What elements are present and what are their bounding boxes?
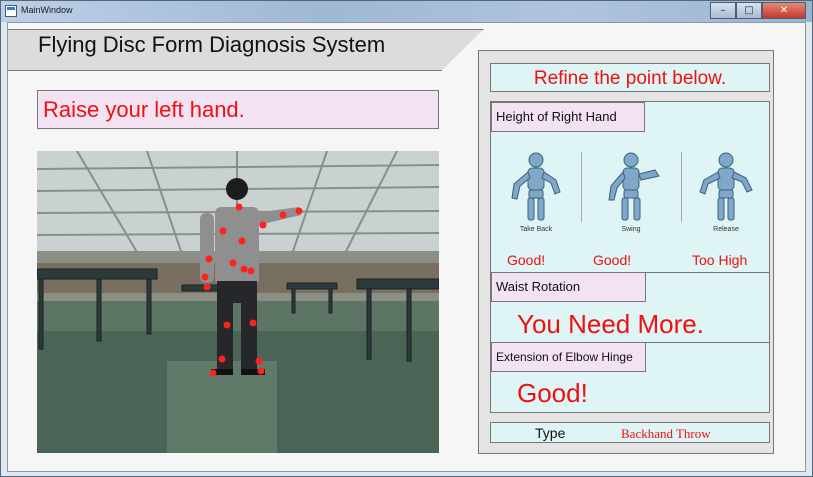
result-take-back: Good! xyxy=(507,252,546,268)
window-title: MainWindow xyxy=(21,5,73,15)
refine-heading: Refine the point below. xyxy=(533,68,727,89)
section-label-elbow-extension: Extension of Elbow Hinge xyxy=(491,342,646,372)
title-bar[interactable]: MainWindow – □ ✕ xyxy=(1,1,812,22)
section-label-waist-rotation: Waist Rotation xyxy=(491,272,646,302)
type-label: Type xyxy=(535,425,566,441)
camera-feed xyxy=(37,151,439,453)
avatar-pose-take-back xyxy=(511,152,561,221)
checkpoints-box: Height of Right Hand Take Back Swing Rel… xyxy=(490,101,770,413)
result-elbow-extension: Good! xyxy=(517,378,588,408)
client-area: Flying Disc Form Diagnosis System Raise … xyxy=(7,22,806,472)
type-value: Backhand Throw xyxy=(621,426,711,441)
section-label-right-hand-height: Height of Right Hand xyxy=(491,102,645,132)
phase-take-back: Take Back xyxy=(491,150,581,233)
phase-label: Take Back xyxy=(519,226,553,233)
maximize-button[interactable]: □ xyxy=(736,2,762,19)
avatar-pose-release xyxy=(699,152,753,221)
instruction-box: Raise your left hand. xyxy=(37,90,439,129)
result-release: Too High xyxy=(692,252,748,268)
divider xyxy=(581,152,582,222)
diagnosis-panel: Refine the point below. Height of Right … xyxy=(478,50,774,454)
phase-swing: Swing xyxy=(586,150,676,233)
refine-heading-box: Refine the point below. xyxy=(490,63,770,92)
camera-scene xyxy=(37,151,439,453)
phase-label: Swing xyxy=(621,226,641,233)
avatar-pose-swing xyxy=(608,152,660,221)
phase-release: Release xyxy=(681,150,771,233)
close-button[interactable]: ✕ xyxy=(762,2,806,19)
throw-type-box: Type Backhand Throw xyxy=(490,422,770,443)
instruction-text: Raise your left hand. xyxy=(43,97,245,122)
result-waist-rotation: You Need More. xyxy=(517,309,704,339)
phase-label: Release xyxy=(713,226,739,233)
page-title: Flying Disc Form Diagnosis System xyxy=(38,32,386,57)
app-icon xyxy=(5,5,17,17)
minimize-button[interactable]: – xyxy=(710,2,736,19)
main-window: MainWindow – □ ✕ Flying Disc Form Diagno… xyxy=(0,0,813,477)
result-swing: Good! xyxy=(593,252,632,268)
